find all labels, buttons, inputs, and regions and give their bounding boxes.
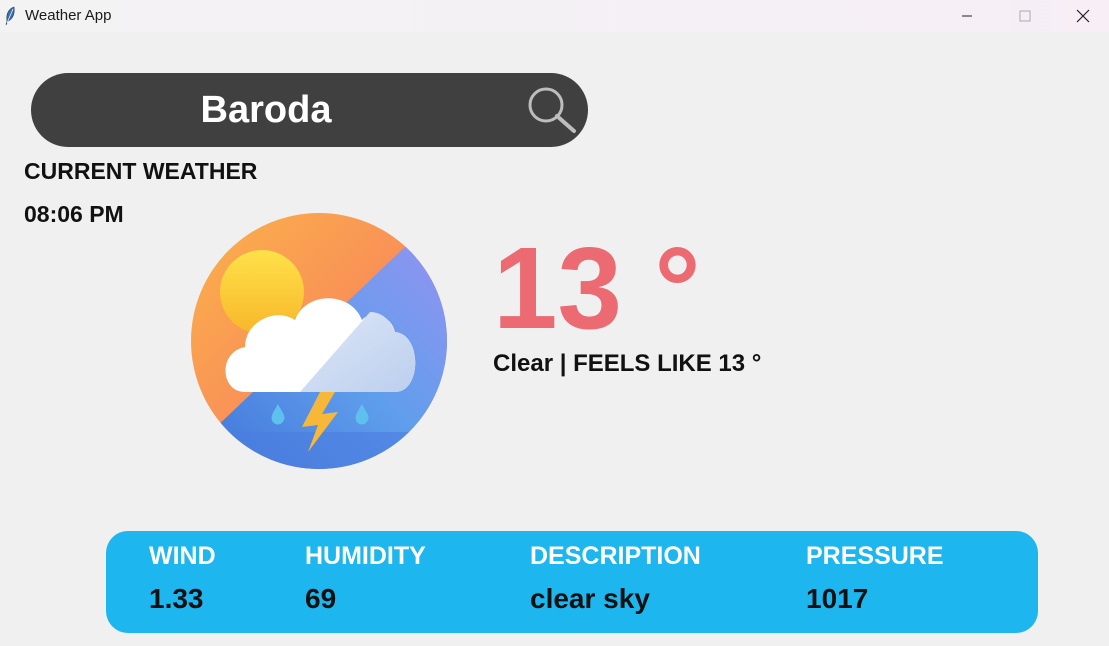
- search-bar: [31, 73, 588, 147]
- humidity-label: HUMIDITY: [305, 542, 426, 570]
- current-weather-label: CURRENT WEATHER: [24, 158, 258, 184]
- close-icon: [1076, 9, 1090, 23]
- minimize-icon: [962, 15, 972, 17]
- feather-icon: [5, 6, 15, 26]
- title-bar: Weather App: [0, 0, 1109, 32]
- weather-logo-icon: [191, 213, 447, 469]
- pressure-value: 1017: [806, 583, 869, 614]
- pressure-label: PRESSURE: [806, 542, 944, 570]
- app-content: CURRENT WEATHER 08:06 PM: [0, 32, 1109, 646]
- close-button[interactable]: [1060, 0, 1106, 32]
- description-value: clear sky: [530, 583, 650, 614]
- humidity-value: 69: [305, 583, 337, 614]
- condition-summary: Clear | FEELS LIKE 13 °: [493, 350, 762, 377]
- wind-value: 1.33: [149, 583, 204, 614]
- search-icon[interactable]: [524, 85, 580, 135]
- maximize-button[interactable]: [1002, 0, 1048, 32]
- temperature-value: 13 °: [493, 223, 701, 353]
- window-title: Weather App: [25, 7, 112, 24]
- weather-details-panel: WIND 1.33 HUMIDITY 69 DESCRIPTION clear …: [106, 531, 1038, 633]
- local-time: 08:06 PM: [24, 201, 124, 227]
- city-search-input[interactable]: [141, 85, 391, 135]
- description-label: DESCRIPTION: [530, 542, 701, 570]
- minimize-button[interactable]: [944, 0, 990, 32]
- wind-label: WIND: [149, 542, 216, 570]
- maximize-icon: [1019, 10, 1031, 22]
